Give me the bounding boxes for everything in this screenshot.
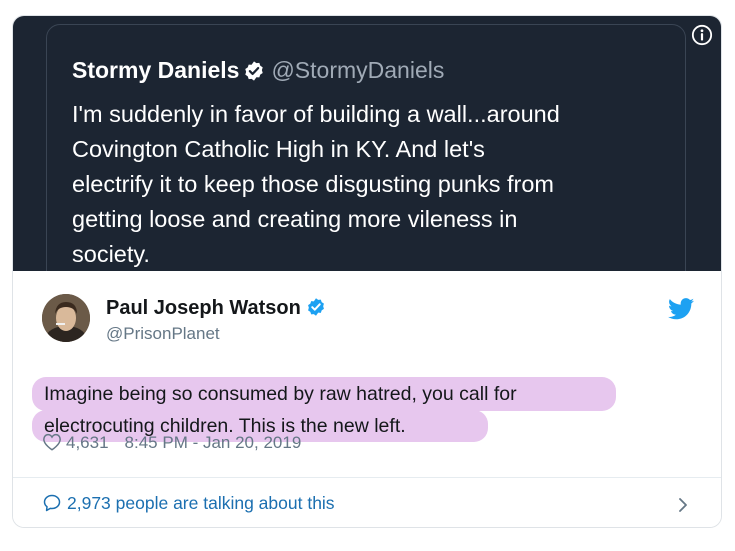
- timestamp[interactable]: 8:45 PM - Jan 20, 2019: [125, 433, 302, 452]
- quoted-tweet-header: Stormy Daniels @StormyDaniels: [72, 55, 444, 85]
- tweet: Paul Joseph Watson @PrisonPlanet Imagine…: [13, 271, 721, 527]
- quoted-tweet-line: Covington Catholic High in KY. And let's: [72, 136, 485, 162]
- quoted-tweet[interactable]: Stormy Daniels @StormyDaniels I'm sudden…: [46, 24, 686, 294]
- chevron-right-icon[interactable]: [677, 497, 689, 513]
- quoted-tweet-background: Stormy Daniels @StormyDaniels I'm sudden…: [13, 16, 721, 294]
- heart-icon[interactable]: [42, 433, 62, 451]
- quoted-author-handle[interactable]: @StormyDaniels: [271, 57, 444, 83]
- quoted-tweet-line: I'm suddenly in favor of building a wall…: [72, 101, 560, 127]
- author-name[interactable]: Paul Joseph Watson: [106, 297, 301, 319]
- info-icon[interactable]: [691, 24, 713, 46]
- verified-icon: [307, 298, 324, 316]
- twitter-bird-icon[interactable]: [668, 298, 694, 320]
- author-row: Paul Joseph Watson: [106, 295, 326, 321]
- quoted-tweet-text: I'm suddenly in favor of building a wall…: [72, 97, 672, 272]
- tweet-meta: 4,631 8:45 PM - Jan 20, 2019: [42, 432, 301, 454]
- speech-bubble-icon: [43, 494, 61, 512]
- verified-icon: [245, 61, 264, 81]
- quoted-tweet-line: society.: [72, 241, 150, 267]
- avatar[interactable]: [42, 294, 90, 342]
- divider: [13, 477, 721, 478]
- conversation-count: 2,973 people are talking about this: [67, 493, 335, 513]
- tweet-text-line: Imagine being so consumed by raw hatred,…: [44, 383, 517, 405]
- like-count[interactable]: 4,631: [66, 433, 109, 452]
- author-handle[interactable]: @PrisonPlanet: [106, 323, 220, 345]
- avatar-photo: [42, 294, 90, 342]
- quoted-author-name[interactable]: Stormy Daniels: [72, 57, 239, 83]
- conversation-link[interactable]: 2,973 people are talking about this: [42, 491, 335, 515]
- quoted-tweet-line: getting loose and creating more vileness…: [72, 206, 518, 232]
- quoted-tweet-line: electrify it to keep those disgusting pu…: [72, 171, 554, 197]
- embedded-tweet-card: Stormy Daniels @StormyDaniels I'm sudden…: [12, 15, 722, 528]
